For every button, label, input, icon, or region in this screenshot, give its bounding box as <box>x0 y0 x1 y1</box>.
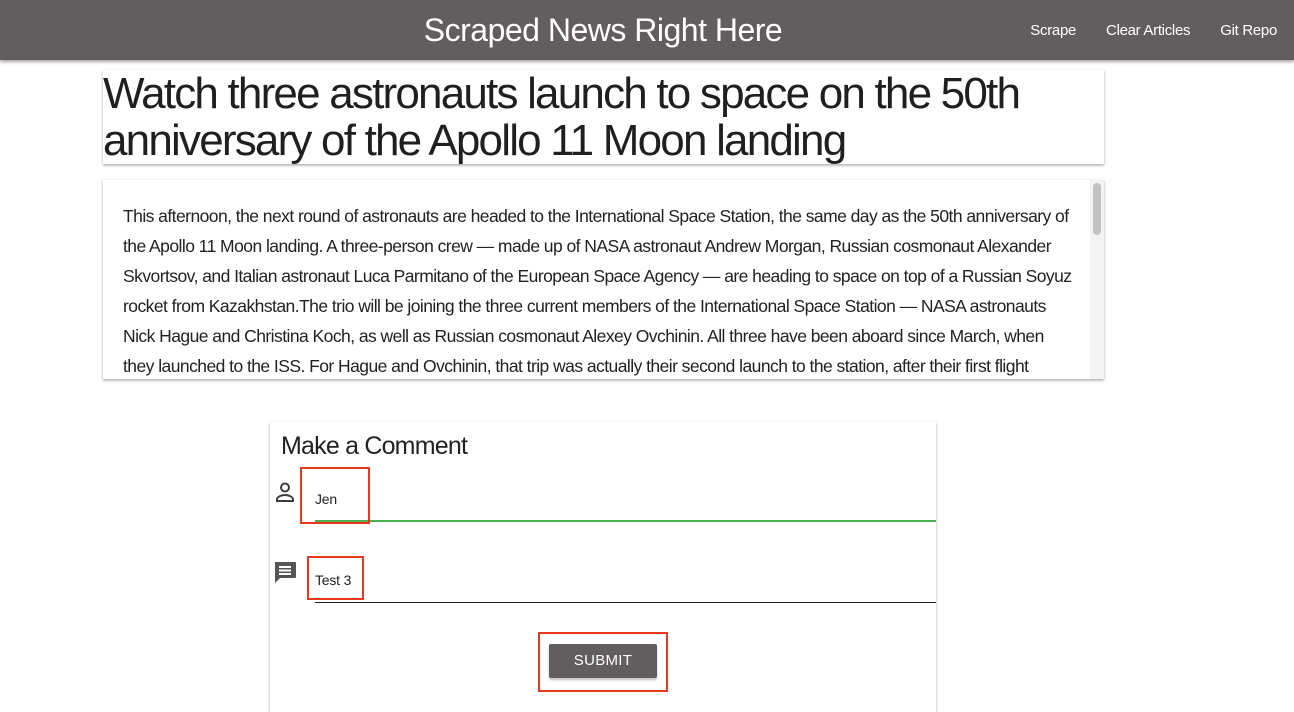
nav-link-clear-articles[interactable]: Clear Articles <box>1087 22 1201 39</box>
nav-link-scrape[interactable]: Scrape <box>1011 22 1087 39</box>
article-title: Watch three astronauts launch to space o… <box>103 69 1021 165</box>
nav-links: Scrape Clear Articles Git Repo <box>1011 0 1288 60</box>
name-input-highlight <box>300 467 370 524</box>
article-title-card: Watch three astronauts launch to space o… <box>103 70 1104 164</box>
comment-input-highlight <box>307 556 364 600</box>
comment-form-card: Make a Comment Jen Test 3 SUBMIT <box>270 422 936 712</box>
article-scrollbar[interactable] <box>1090 180 1104 379</box>
article-body: This afternoon, the next round of astron… <box>123 206 1072 376</box>
comment-icon <box>272 560 298 591</box>
submit-button-highlight <box>538 632 668 692</box>
name-input-underline <box>315 520 936 522</box>
article-body-card: This afternoon, the next round of astron… <box>103 180 1104 379</box>
comment-form-title: Make a Comment <box>281 432 468 460</box>
scrollbar-thumb[interactable] <box>1093 183 1101 235</box>
comment-input-underline <box>315 602 936 603</box>
person-icon <box>273 480 297 509</box>
top-navbar: Scraped News Right Here Scrape Clear Art… <box>0 0 1294 60</box>
nav-link-git-repo[interactable]: Git Repo <box>1201 22 1288 39</box>
